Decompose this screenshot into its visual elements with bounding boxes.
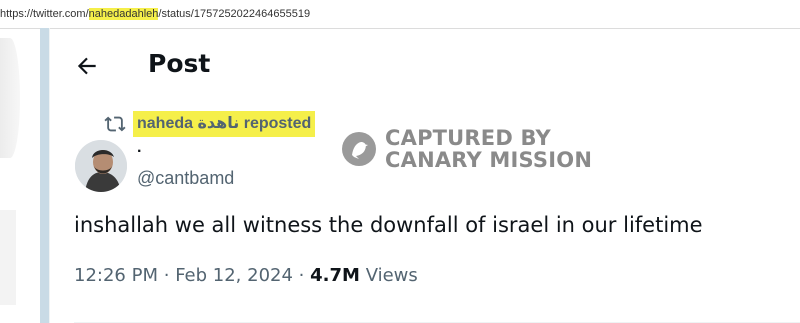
post-meta: 12:26 PM · Feb 12, 2024 · 4.7M Views	[74, 265, 418, 286]
column-divider	[49, 28, 50, 323]
side-panel-edge-lower	[0, 210, 16, 305]
post-time[interactable]: 12:26 PM	[74, 265, 158, 286]
post-text: inshallah we all witness the downfall of…	[74, 213, 703, 237]
views-count[interactable]: 4.7M	[310, 265, 360, 286]
repost-label: naheda ناهدة reposted	[133, 111, 316, 137]
url-prefix: https://twitter.com/	[0, 8, 89, 20]
watermark-line-1: CAPTURED BY	[385, 126, 551, 150]
avatar-image	[75, 140, 127, 192]
canary-bird-icon	[342, 132, 376, 166]
watermark-line-2: CANARY MISSION	[385, 148, 593, 172]
avatar[interactable]	[75, 140, 127, 192]
scroll-column-bar	[40, 28, 49, 323]
post-date[interactable]: Feb 12, 2024	[175, 265, 293, 286]
repost-indicator[interactable]: naheda ناهدة reposted	[104, 110, 316, 138]
url-suffix: /status/1757252022464655519	[158, 8, 311, 20]
views-label: Views	[365, 265, 418, 286]
meta-separator: ·	[163, 265, 170, 286]
repost-icon	[104, 116, 126, 132]
address-bar[interactable]: https://twitter.com/nahedadahleh/status/…	[0, 0, 800, 29]
watermark-text: CAPTURED BY CANARY MISSION	[385, 127, 592, 171]
page-title: Post	[148, 49, 211, 78]
arrow-left-icon[interactable]	[74, 53, 100, 79]
author-display-name[interactable]: ·	[137, 143, 142, 161]
author-handle[interactable]: @cantbamd	[137, 168, 234, 189]
watermark: CAPTURED BY CANARY MISSION	[341, 127, 592, 171]
url-username-highlight: nahedadahleh	[88, 8, 159, 20]
meta-separator: ·	[298, 265, 305, 286]
side-panel-edge	[0, 38, 20, 158]
